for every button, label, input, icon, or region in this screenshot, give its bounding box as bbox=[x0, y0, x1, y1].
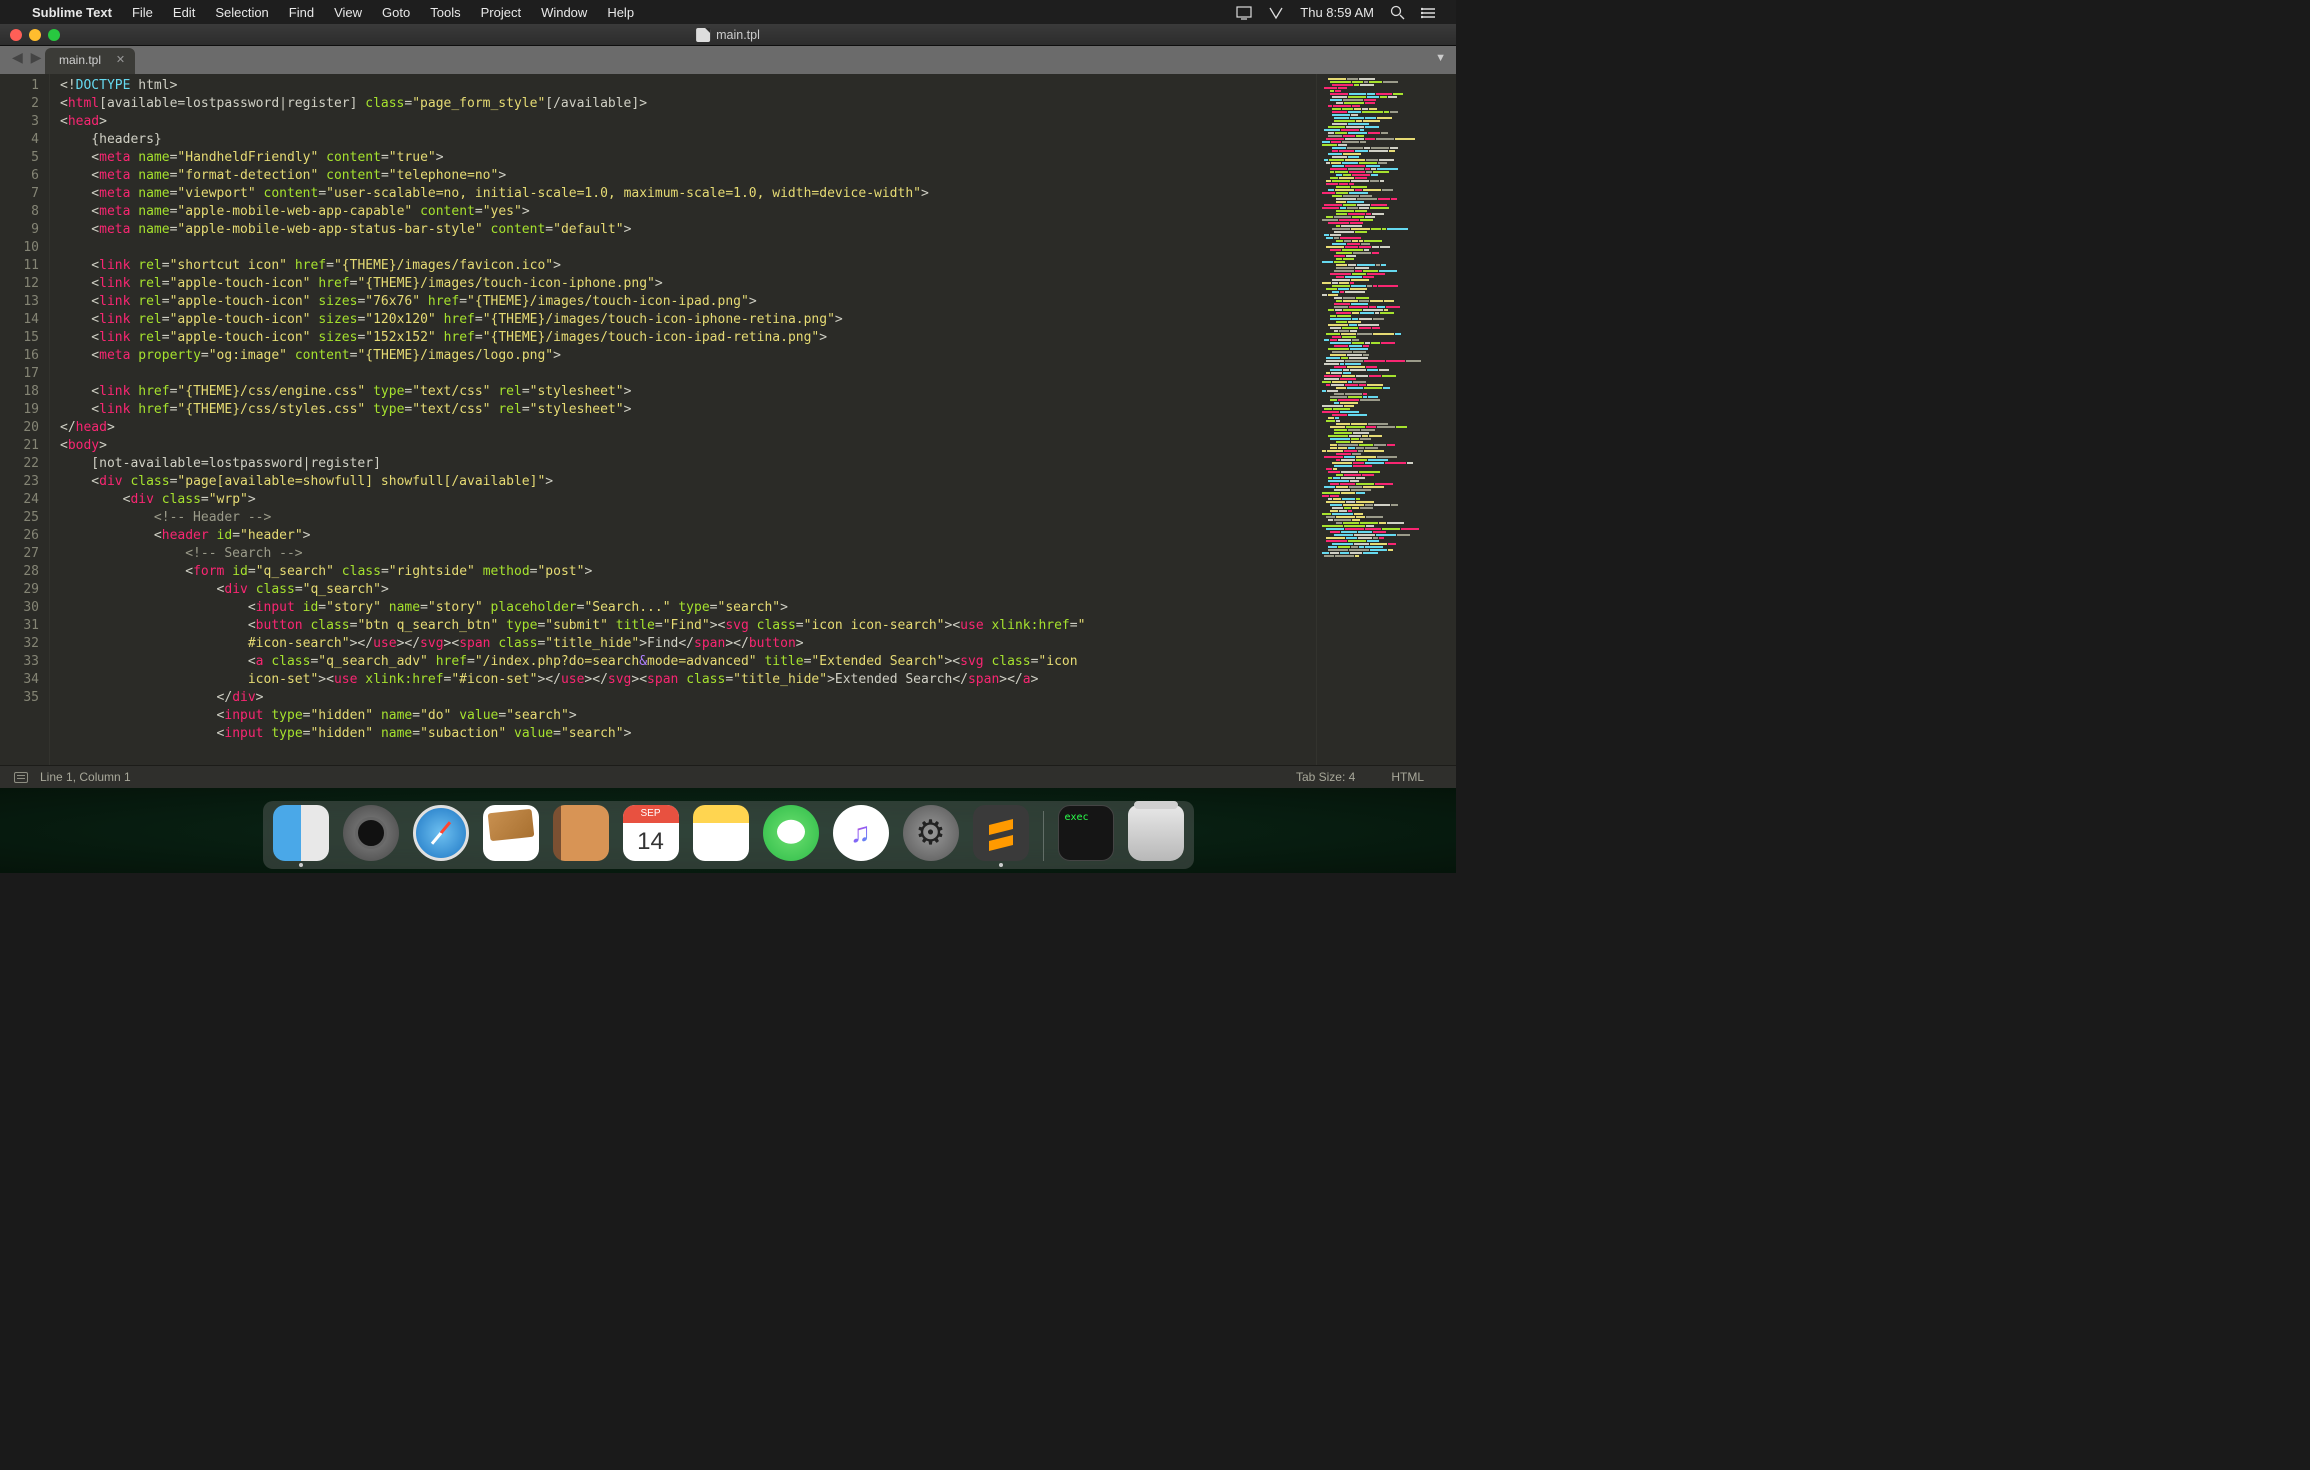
tab-dropdown-icon[interactable]: ▼ bbox=[1435, 52, 1446, 64]
macos-menubar: Sublime Text File Edit Selection Find Vi… bbox=[0, 0, 1456, 24]
app-name[interactable]: Sublime Text bbox=[22, 5, 122, 20]
dock-trash-icon[interactable] bbox=[1128, 805, 1184, 861]
dock-calendar-icon[interactable]: SEP14 bbox=[623, 805, 679, 861]
tab-label: main.tpl bbox=[59, 53, 101, 67]
menu-tools[interactable]: Tools bbox=[420, 5, 470, 20]
tab-close-icon[interactable]: ✕ bbox=[116, 53, 125, 66]
dock-safari-icon[interactable] bbox=[413, 805, 469, 861]
menu-view[interactable]: View bbox=[324, 5, 372, 20]
status-tabsize[interactable]: Tab Size: 4 bbox=[1278, 770, 1373, 784]
menu-selection[interactable]: Selection bbox=[205, 5, 278, 20]
dock-system-preferences-icon[interactable]: ⚙ bbox=[903, 805, 959, 861]
menu-project[interactable]: Project bbox=[471, 5, 531, 20]
dock-terminal-icon[interactable]: exec bbox=[1058, 805, 1114, 861]
tab-main[interactable]: main.tpl ✕ bbox=[45, 48, 135, 74]
status-syntax[interactable]: HTML bbox=[1373, 770, 1442, 784]
dock-finder-icon[interactable] bbox=[273, 805, 329, 861]
tab-bar: ◀ ▶ main.tpl ✕ ▼ bbox=[0, 46, 1456, 74]
menu-window[interactable]: Window bbox=[531, 5, 597, 20]
menu-goto[interactable]: Goto bbox=[372, 5, 420, 20]
zoom-window-button[interactable] bbox=[48, 29, 60, 41]
menu-help[interactable]: Help bbox=[597, 5, 644, 20]
file-icon bbox=[696, 28, 710, 42]
code-area[interactable]: <!DOCTYPE html> <html[available=lostpass… bbox=[50, 74, 1316, 765]
gutter: 1234567891011121314151617181920212223242… bbox=[0, 74, 50, 765]
dock-contacts-icon[interactable] bbox=[553, 805, 609, 861]
clock[interactable]: Thu 8:59 AM bbox=[1292, 5, 1382, 20]
menu-find[interactable]: Find bbox=[279, 5, 324, 20]
desktop-dock-area: SEP14 ♫ ⚙ exec bbox=[0, 788, 1456, 873]
notifications-icon[interactable] bbox=[1413, 4, 1444, 20]
menu-file[interactable]: File bbox=[122, 5, 163, 20]
status-position[interactable]: Line 1, Column 1 bbox=[40, 770, 131, 784]
spotlight-icon[interactable] bbox=[1382, 4, 1413, 20]
menu-edit[interactable]: Edit bbox=[163, 5, 205, 20]
dock-mail-icon[interactable] bbox=[483, 805, 539, 861]
dock-sublime-icon[interactable] bbox=[973, 805, 1029, 861]
dock: SEP14 ♫ ⚙ exec bbox=[263, 801, 1194, 869]
window-title: main.tpl bbox=[716, 28, 760, 42]
minimap[interactable] bbox=[1316, 74, 1456, 765]
dock-messages-icon[interactable] bbox=[763, 805, 819, 861]
dock-launchpad-icon[interactable] bbox=[343, 805, 399, 861]
dock-separator bbox=[1043, 811, 1044, 861]
window-titlebar: main.tpl bbox=[0, 24, 1456, 46]
minimize-window-button[interactable] bbox=[29, 29, 41, 41]
dock-notes-icon[interactable] bbox=[693, 805, 749, 861]
nav-arrows[interactable]: ◀ ▶ bbox=[12, 49, 43, 66]
status-bar: Line 1, Column 1 Tab Size: 4 HTML bbox=[0, 765, 1456, 788]
console-icon[interactable] bbox=[14, 772, 28, 783]
dock-itunes-icon[interactable]: ♫ bbox=[833, 805, 889, 861]
screenshare-icon[interactable] bbox=[1228, 4, 1260, 20]
close-window-button[interactable] bbox=[10, 29, 22, 41]
editor: 1234567891011121314151617181920212223242… bbox=[0, 74, 1456, 765]
tray-icon[interactable] bbox=[1260, 4, 1292, 20]
